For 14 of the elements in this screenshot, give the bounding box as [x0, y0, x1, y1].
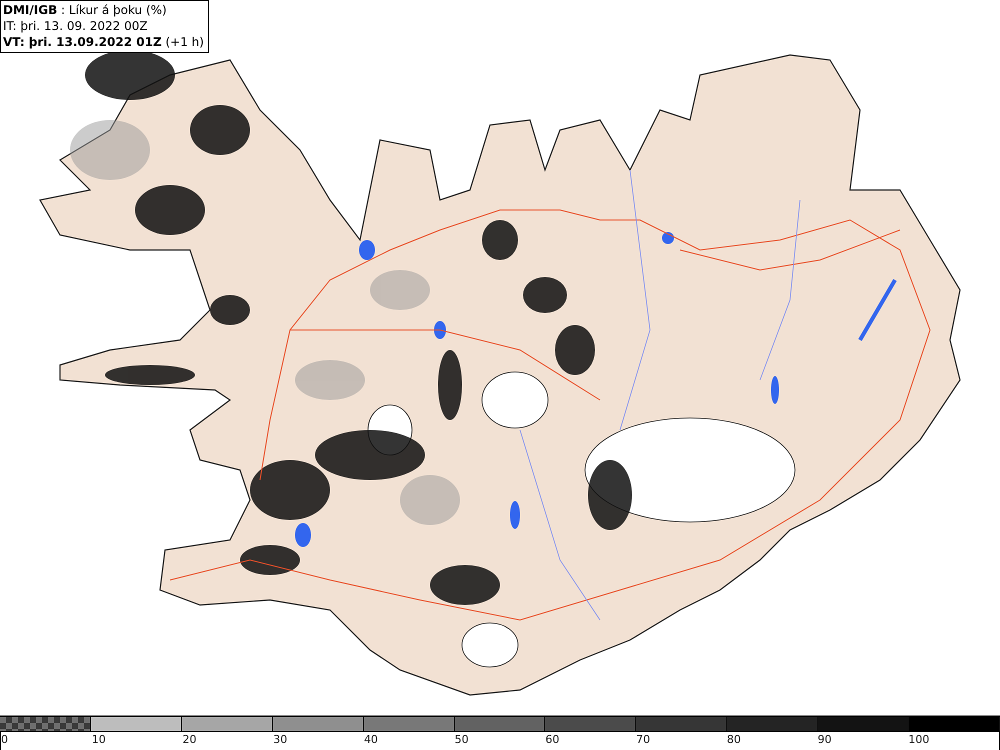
legend-label: 0: [1, 733, 8, 746]
legend-label: 40: [364, 733, 378, 746]
legend-label: 100: [908, 733, 930, 746]
legend-label: 50: [454, 733, 469, 746]
legend-label: 30: [273, 733, 288, 746]
legend-label: 10: [92, 733, 106, 746]
legend-label: 80: [726, 733, 741, 746]
legend-label: 60: [545, 733, 560, 746]
legend-label: 90: [818, 733, 832, 746]
valid-time: VT: þri. 13.09.2022 01Z (+1 h): [3, 34, 204, 50]
legend-label: 70: [636, 733, 650, 746]
legend-label: 20: [182, 733, 196, 746]
map-title: DMI/IGB : Líkur á þoku (%): [3, 2, 168, 18]
initial-time: IT: þri. 13. 09. 2022 00Z: [3, 18, 149, 34]
